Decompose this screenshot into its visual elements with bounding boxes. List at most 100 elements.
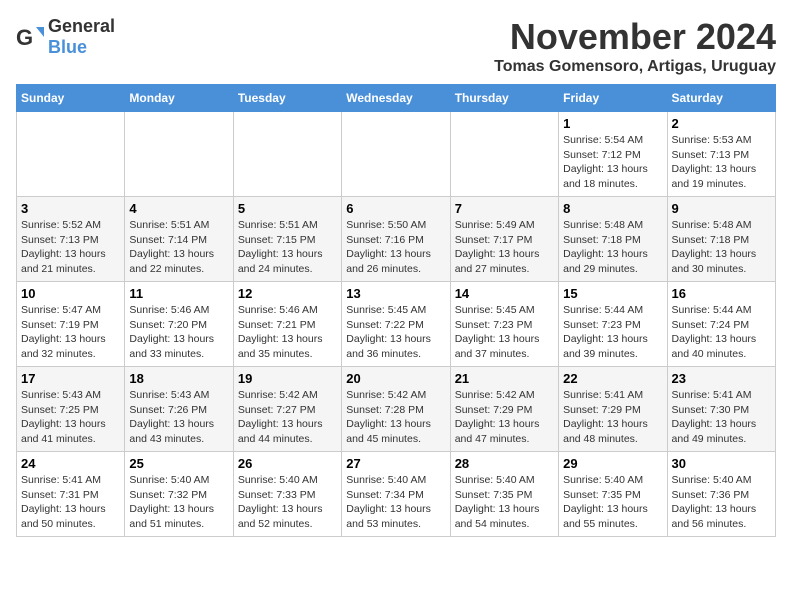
day-number: 15 bbox=[563, 286, 662, 301]
calendar-cell: 27Sunrise: 5:40 AM Sunset: 7:34 PM Dayli… bbox=[342, 452, 450, 537]
day-number: 21 bbox=[455, 371, 554, 386]
day-number: 29 bbox=[563, 456, 662, 471]
day-info: Sunrise: 5:49 AM Sunset: 7:17 PM Dayligh… bbox=[455, 218, 554, 277]
day-number: 28 bbox=[455, 456, 554, 471]
day-info: Sunrise: 5:40 AM Sunset: 7:34 PM Dayligh… bbox=[346, 473, 445, 532]
calendar-cell: 10 Sunrise: 5:47 AM Sunset: 7:19 PM Dayli… bbox=[17, 282, 125, 367]
calendar-cell: 14Sunrise: 5:45 AM Sunset: 7:23 PM Dayli… bbox=[450, 282, 558, 367]
weekday-header-wednesday: Wednesday bbox=[342, 85, 450, 112]
day-info: Sunrise: 5:46 AM Sunset: 7:21 PM Dayligh… bbox=[238, 303, 337, 362]
week-row-0: 1 Sunrise: 5:54 AM Sunset: 7:12 PM Daylig… bbox=[17, 112, 776, 197]
weekday-header-friday: Friday bbox=[559, 85, 667, 112]
month-title: November 2024 bbox=[494, 16, 776, 58]
calendar-cell: 1 Sunrise: 5:54 AM Sunset: 7:12 PM Daylig… bbox=[559, 112, 667, 197]
day-info: Sunrise: 5:40 AM Sunset: 7:33 PM Dayligh… bbox=[238, 473, 337, 532]
day-info: Sunrise: 5:45 AM Sunset: 7:22 PM Dayligh… bbox=[346, 303, 445, 362]
day-number: 1 bbox=[563, 116, 662, 131]
day-number: 25 bbox=[129, 456, 228, 471]
week-row-2: 10 Sunrise: 5:47 AM Sunset: 7:19 PM Dayli… bbox=[17, 282, 776, 367]
title-section: November 2024 Tomas Gomensoro, Artigas, … bbox=[494, 16, 776, 76]
day-info: Sunrise: 5:42 AM Sunset: 7:27 PM Dayligh… bbox=[238, 388, 337, 447]
weekday-header-sunday: Sunday bbox=[17, 85, 125, 112]
calendar-cell: 24 Sunrise: 5:41 AM Sunset: 7:31 PM Dayli… bbox=[17, 452, 125, 537]
day-info: Sunrise: 5:43 AM Sunset: 7:26 PM Dayligh… bbox=[129, 388, 228, 447]
day-info: Sunrise: 5:40 AM Sunset: 7:32 PM Dayligh… bbox=[129, 473, 228, 532]
day-info: Sunrise: 5:40 AM Sunset: 7:35 PM Dayligh… bbox=[455, 473, 554, 532]
logo-general: General bbox=[48, 16, 115, 36]
weekday-header-monday: Monday bbox=[125, 85, 233, 112]
day-number: 11 bbox=[129, 286, 228, 301]
day-info: Sunrise: 5:51 AM Sunset: 7:14 PM Dayligh… bbox=[129, 218, 228, 277]
calendar-cell bbox=[450, 112, 558, 197]
day-number: 20 bbox=[346, 371, 445, 386]
day-number: 30 bbox=[672, 456, 771, 471]
calendar-cell: 22Sunrise: 5:41 AM Sunset: 7:29 PM Dayli… bbox=[559, 367, 667, 452]
day-number: 17 bbox=[21, 371, 120, 386]
calendar-cell: 2 Sunrise: 5:53 AM Sunset: 7:13 PM Daylig… bbox=[667, 112, 775, 197]
day-info: Sunrise: 5:48 AM Sunset: 7:18 PM Dayligh… bbox=[563, 218, 662, 277]
calendar-cell: 7 Sunrise: 5:49 AM Sunset: 7:17 PM Daylig… bbox=[450, 197, 558, 282]
calendar-cell bbox=[342, 112, 450, 197]
day-info: Sunrise: 5:48 AM Sunset: 7:18 PM Dayligh… bbox=[672, 218, 771, 277]
day-info: Sunrise: 5:45 AM Sunset: 7:23 PM Dayligh… bbox=[455, 303, 554, 362]
calendar-cell: 19 Sunrise: 5:42 AM Sunset: 7:27 PM Dayli… bbox=[233, 367, 341, 452]
calendar-cell bbox=[233, 112, 341, 197]
day-number: 2 bbox=[672, 116, 771, 131]
week-row-1: 3 Sunrise: 5:52 AM Sunset: 7:13 PM Daylig… bbox=[17, 197, 776, 282]
day-number: 7 bbox=[455, 201, 554, 216]
calendar-cell: 30Sunrise: 5:40 AM Sunset: 7:36 PM Dayli… bbox=[667, 452, 775, 537]
day-number: 5 bbox=[238, 201, 337, 216]
day-number: 3 bbox=[21, 201, 120, 216]
weekday-header-tuesday: Tuesday bbox=[233, 85, 341, 112]
day-info: Sunrise: 5:54 AM Sunset: 7:12 PM Dayligh… bbox=[563, 133, 662, 192]
calendar-cell: 25 Sunrise: 5:40 AM Sunset: 7:32 PM Dayli… bbox=[125, 452, 233, 537]
day-info: Sunrise: 5:47 AM Sunset: 7:19 PM Dayligh… bbox=[21, 303, 120, 362]
day-info: Sunrise: 5:50 AM Sunset: 7:16 PM Dayligh… bbox=[346, 218, 445, 277]
calendar-cell: 13 Sunrise: 5:45 AM Sunset: 7:22 PM Dayli… bbox=[342, 282, 450, 367]
weekday-header-thursday: Thursday bbox=[450, 85, 558, 112]
page-header: G General Blue November 2024 Tomas Gomen… bbox=[16, 16, 776, 76]
logo: G General Blue bbox=[16, 16, 115, 58]
day-number: 16 bbox=[672, 286, 771, 301]
calendar-cell: 28 Sunrise: 5:40 AM Sunset: 7:35 PM Dayli… bbox=[450, 452, 558, 537]
day-number: 22 bbox=[563, 371, 662, 386]
calendar-cell: 20Sunrise: 5:42 AM Sunset: 7:28 PM Dayli… bbox=[342, 367, 450, 452]
week-row-3: 17 Sunrise: 5:43 AM Sunset: 7:25 PM Dayli… bbox=[17, 367, 776, 452]
day-info: Sunrise: 5:43 AM Sunset: 7:25 PM Dayligh… bbox=[21, 388, 120, 447]
day-number: 8 bbox=[563, 201, 662, 216]
day-number: 13 bbox=[346, 286, 445, 301]
calendar-cell: 5 Sunrise: 5:51 AM Sunset: 7:15 PM Daylig… bbox=[233, 197, 341, 282]
calendar-cell bbox=[17, 112, 125, 197]
day-number: 24 bbox=[21, 456, 120, 471]
calendar-cell: 8 Sunrise: 5:48 AM Sunset: 7:18 PM Daylig… bbox=[559, 197, 667, 282]
weekday-header-row: SundayMondayTuesdayWednesdayThursdayFrid… bbox=[17, 85, 776, 112]
day-info: Sunrise: 5:46 AM Sunset: 7:20 PM Dayligh… bbox=[129, 303, 228, 362]
calendar-cell: 4Sunrise: 5:51 AM Sunset: 7:14 PM Daylig… bbox=[125, 197, 233, 282]
day-info: Sunrise: 5:41 AM Sunset: 7:30 PM Dayligh… bbox=[672, 388, 771, 447]
day-info: Sunrise: 5:40 AM Sunset: 7:35 PM Dayligh… bbox=[563, 473, 662, 532]
calendar-cell: 21 Sunrise: 5:42 AM Sunset: 7:29 PM Dayli… bbox=[450, 367, 558, 452]
calendar-cell: 26Sunrise: 5:40 AM Sunset: 7:33 PM Dayli… bbox=[233, 452, 341, 537]
day-info: Sunrise: 5:42 AM Sunset: 7:29 PM Dayligh… bbox=[455, 388, 554, 447]
day-number: 10 bbox=[21, 286, 120, 301]
day-number: 18 bbox=[129, 371, 228, 386]
logo-blue: Blue bbox=[48, 37, 87, 57]
day-number: 6 bbox=[346, 201, 445, 216]
calendar-cell: 3 Sunrise: 5:52 AM Sunset: 7:13 PM Daylig… bbox=[17, 197, 125, 282]
calendar-cell: 15 Sunrise: 5:44 AM Sunset: 7:23 PM Dayli… bbox=[559, 282, 667, 367]
day-info: Sunrise: 5:44 AM Sunset: 7:24 PM Dayligh… bbox=[672, 303, 771, 362]
day-info: Sunrise: 5:44 AM Sunset: 7:23 PM Dayligh… bbox=[563, 303, 662, 362]
calendar-cell: 11 Sunrise: 5:46 AM Sunset: 7:20 PM Dayli… bbox=[125, 282, 233, 367]
day-number: 9 bbox=[672, 201, 771, 216]
day-info: Sunrise: 5:53 AM Sunset: 7:13 PM Dayligh… bbox=[672, 133, 771, 192]
calendar-cell: 18 Sunrise: 5:43 AM Sunset: 7:26 PM Dayli… bbox=[125, 367, 233, 452]
svg-text:G: G bbox=[16, 25, 33, 50]
calendar-cell: 9 Sunrise: 5:48 AM Sunset: 7:18 PM Daylig… bbox=[667, 197, 775, 282]
calendar-cell: 17 Sunrise: 5:43 AM Sunset: 7:25 PM Dayli… bbox=[17, 367, 125, 452]
calendar-cell bbox=[125, 112, 233, 197]
day-info: Sunrise: 5:52 AM Sunset: 7:13 PM Dayligh… bbox=[21, 218, 120, 277]
day-number: 19 bbox=[238, 371, 337, 386]
day-info: Sunrise: 5:51 AM Sunset: 7:15 PM Dayligh… bbox=[238, 218, 337, 277]
day-info: Sunrise: 5:41 AM Sunset: 7:31 PM Dayligh… bbox=[21, 473, 120, 532]
logo-icon: G bbox=[16, 23, 44, 51]
